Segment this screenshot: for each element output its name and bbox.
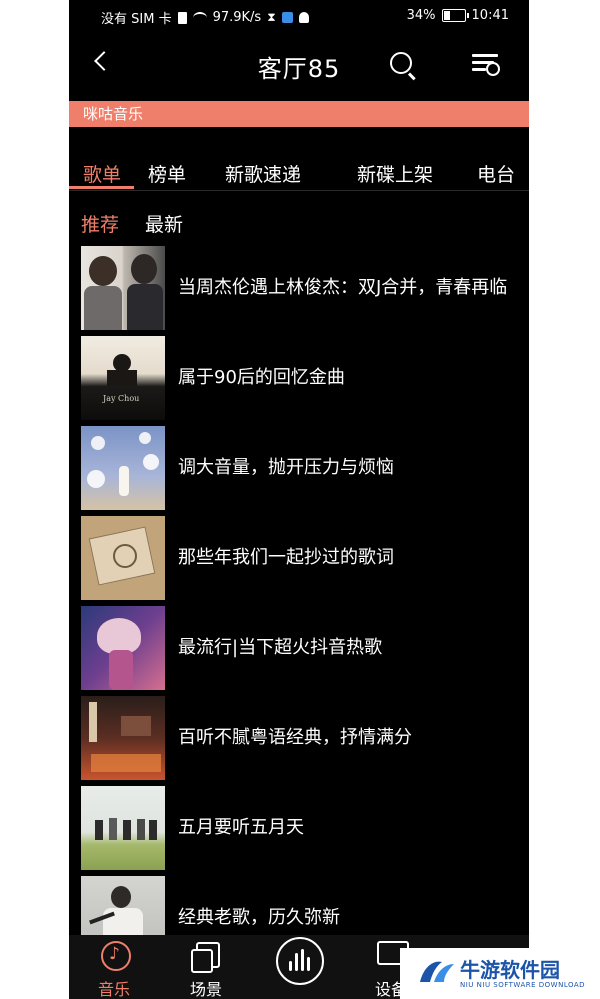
playlist-cover xyxy=(81,696,165,780)
tab-radio[interactable]: 电台 xyxy=(477,160,515,187)
list-item[interactable]: Jay Chou 属于90后的回忆金曲 xyxy=(69,336,529,422)
playlist-cover xyxy=(81,606,165,690)
list-item[interactable]: 当周杰伦遇上林俊杰：双J合并，青春再临 xyxy=(69,246,529,332)
watermark-title: 牛游软件园 xyxy=(460,958,560,982)
status-bar: 没有 SIM 卡 97.9K/s ⧗ 34% 10:41 xyxy=(69,0,529,32)
playlist-cover xyxy=(81,426,165,510)
list-item[interactable]: 那些年我们一起抄过的歌词 xyxy=(69,516,529,602)
playlist-title: 那些年我们一起抄过的歌词 xyxy=(178,547,394,568)
sub-tabs: 推荐 最新 xyxy=(69,208,529,238)
app-notification-icon xyxy=(281,12,293,23)
playlist-title: 百听不腻粤语经典，抒情满分 xyxy=(178,727,412,748)
wifi-icon xyxy=(192,11,207,24)
clock: 10:41 xyxy=(471,8,509,23)
subtab-latest[interactable]: 最新 xyxy=(145,210,183,237)
watermark: 牛游软件园 NIU NIU SOFTWARE DOWNLOAD xyxy=(400,948,600,999)
nav-music[interactable]: 音乐 xyxy=(79,935,149,999)
playlist-title: 属于90后的回忆金曲 xyxy=(178,367,345,388)
network-speed: 97.9K/s xyxy=(212,10,262,25)
header: 客厅85 xyxy=(69,32,529,96)
list-item[interactable]: 调大音量，抛开压力与烦恼 xyxy=(69,426,529,512)
playlist-title: 调大音量，抛开压力与烦恼 xyxy=(178,457,394,478)
carrier-text: 没有 SIM 卡 xyxy=(101,12,172,27)
hourglass-icon: ⧗ xyxy=(267,10,276,24)
battery-icon xyxy=(441,9,469,22)
watermark-subtitle: NIU NIU SOFTWARE DOWNLOAD xyxy=(460,981,586,989)
active-tab-indicator xyxy=(69,186,134,189)
source-label: 咪咕音乐 xyxy=(83,105,144,123)
sim-warning-icon xyxy=(177,11,187,24)
phone-screen: 没有 SIM 卡 97.9K/s ⧗ 34% 10:41 客厅85 咪咕音乐 歌… xyxy=(69,0,529,999)
nav-voice[interactable] xyxy=(267,935,337,999)
playlist-title: 当周杰伦遇上林俊杰：双J合并，青春再临 xyxy=(178,277,508,298)
playlist-cover xyxy=(81,786,165,870)
playlist-cover xyxy=(81,516,165,600)
tab-new-songs[interactable]: 新歌速递 xyxy=(225,160,301,187)
page-title: 客厅85 xyxy=(257,55,341,83)
bell-icon xyxy=(298,12,309,23)
battery-percent: 34% xyxy=(406,8,436,23)
nav-scene[interactable]: 场景 xyxy=(171,935,241,999)
tab-charts[interactable]: 榜单 xyxy=(148,160,186,187)
nav-music-label: 音乐 xyxy=(97,980,130,999)
watermark-logo-icon xyxy=(420,961,454,982)
playlist-cover xyxy=(81,246,165,330)
voice-wave-icon xyxy=(276,937,324,985)
playlist-title: 五月要听五月天 xyxy=(178,817,304,838)
nav-scene-label: 场景 xyxy=(189,980,222,999)
search-icon[interactable] xyxy=(390,52,412,74)
list-item[interactable]: 最流行|当下超火抖音热歌 xyxy=(69,606,529,692)
category-tabs: 歌单 榜单 新歌速递 新碟上架 电台 xyxy=(69,150,529,191)
music-note-icon xyxy=(101,941,131,971)
list-item[interactable]: 百听不腻粤语经典，抒情满分 xyxy=(69,696,529,782)
list-item[interactable]: 五月要听五月天 xyxy=(69,786,529,872)
tab-new-albums[interactable]: 新碟上架 xyxy=(357,160,433,187)
tab-playlist[interactable]: 歌单 xyxy=(83,160,121,187)
playlist-icon[interactable] xyxy=(472,52,500,76)
playlist-title: 最流行|当下超火抖音热歌 xyxy=(178,637,383,658)
playlist-cover: Jay Chou xyxy=(81,336,165,420)
subtab-recommended[interactable]: 推荐 xyxy=(81,210,119,237)
scene-icon xyxy=(191,942,220,973)
source-banner: 咪咕音乐 xyxy=(69,101,529,127)
